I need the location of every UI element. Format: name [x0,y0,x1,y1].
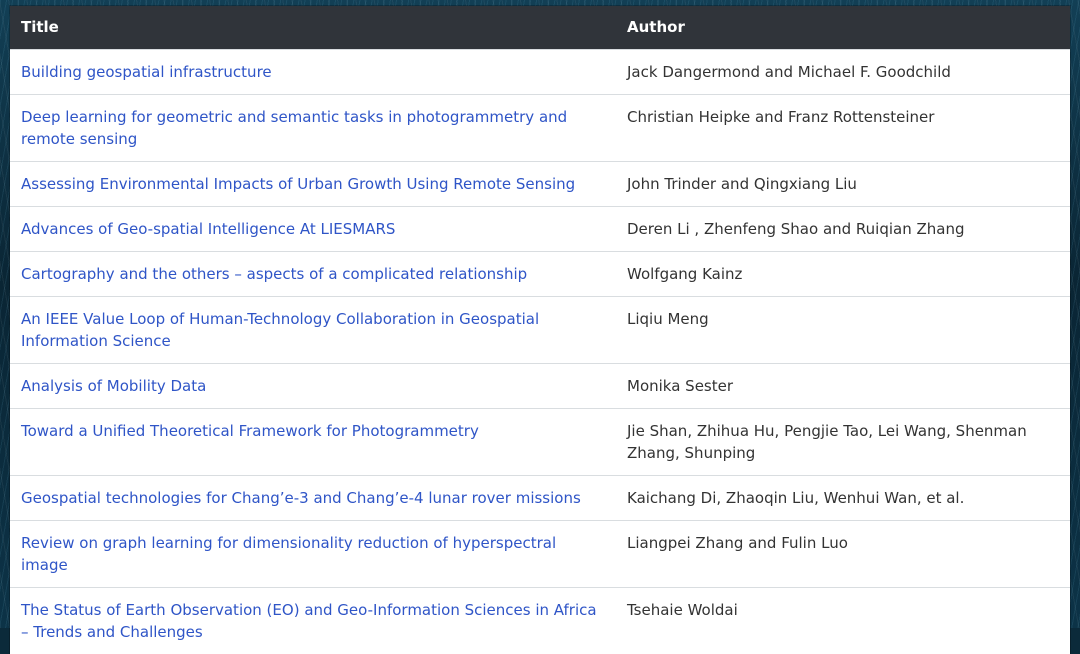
paper-author: Christian Heipke and Franz Rottensteiner [616,93,1070,161]
table-row: Deep learning for geometric and semantic… [10,93,1070,161]
paper-title-link[interactable]: Geospatial technologies for Chang’e-3 an… [10,474,616,520]
paper-title-link[interactable]: Building geospatial infrastructure [10,48,616,94]
paper-author: Deren Li , Zhenfeng Shao and Ruiqian Zha… [616,205,1070,251]
paper-title-link[interactable]: Advances of Geo-spatial Intelligence At … [10,205,616,251]
paper-title-link[interactable]: Assessing Environmental Impacts of Urban… [10,160,616,206]
table-row: Toward a Unified Theoretical Framework f… [10,407,1070,475]
author-column-header: Author [616,6,1070,49]
table-row: Cartography and the others – aspects of … [10,250,1070,296]
paper-title-link[interactable]: Analysis of Mobility Data [10,362,616,408]
paper-author: Monika Sester [616,362,1070,408]
table-row: Assessing Environmental Impacts of Urban… [10,160,1070,206]
paper-title-link[interactable]: Review on graph learning for dimensional… [10,519,616,587]
table-row: The Status of Earth Observation (EO) and… [10,586,1070,654]
title-column-header: Title [10,6,616,49]
paper-author: Kaichang Di, Zhaoqin Liu, Wenhui Wan, et… [616,474,1070,520]
table-header-row: Title Author [10,6,1070,49]
paper-author: Jack Dangermond and Michael F. Goodchild [616,48,1070,94]
paper-author: Tsehaie Woldai [616,586,1070,654]
paper-author: Liangpei Zhang and Fulin Luo [616,519,1070,587]
paper-author: John Trinder and Qingxiang Liu [616,160,1070,206]
paper-author: Wolfgang Kainz [616,250,1070,296]
paper-title-link[interactable]: Deep learning for geometric and semantic… [10,93,616,161]
papers-table: Title Author Building geospatial infrast… [10,6,1070,654]
table-row: Building geospatial infrastructure Jack … [10,48,1070,94]
table-row: An IEEE Value Loop of Human-Technology C… [10,295,1070,363]
table-row: Analysis of Mobility Data Monika Sester [10,362,1070,408]
paper-author: Jie Shan, Zhihua Hu, Pengjie Tao, Lei Wa… [616,407,1070,475]
paper-title-link[interactable]: An IEEE Value Loop of Human-Technology C… [10,295,616,363]
table-row: Advances of Geo-spatial Intelligence At … [10,205,1070,251]
paper-title-link[interactable]: Toward a Unified Theoretical Framework f… [10,407,616,475]
table-row: Review on graph learning for dimensional… [10,519,1070,587]
table-row: Geospatial technologies for Chang’e-3 an… [10,474,1070,520]
paper-title-link[interactable]: The Status of Earth Observation (EO) and… [10,586,616,654]
paper-title-link[interactable]: Cartography and the others – aspects of … [10,250,616,296]
paper-author: Liqiu Meng [616,295,1070,363]
